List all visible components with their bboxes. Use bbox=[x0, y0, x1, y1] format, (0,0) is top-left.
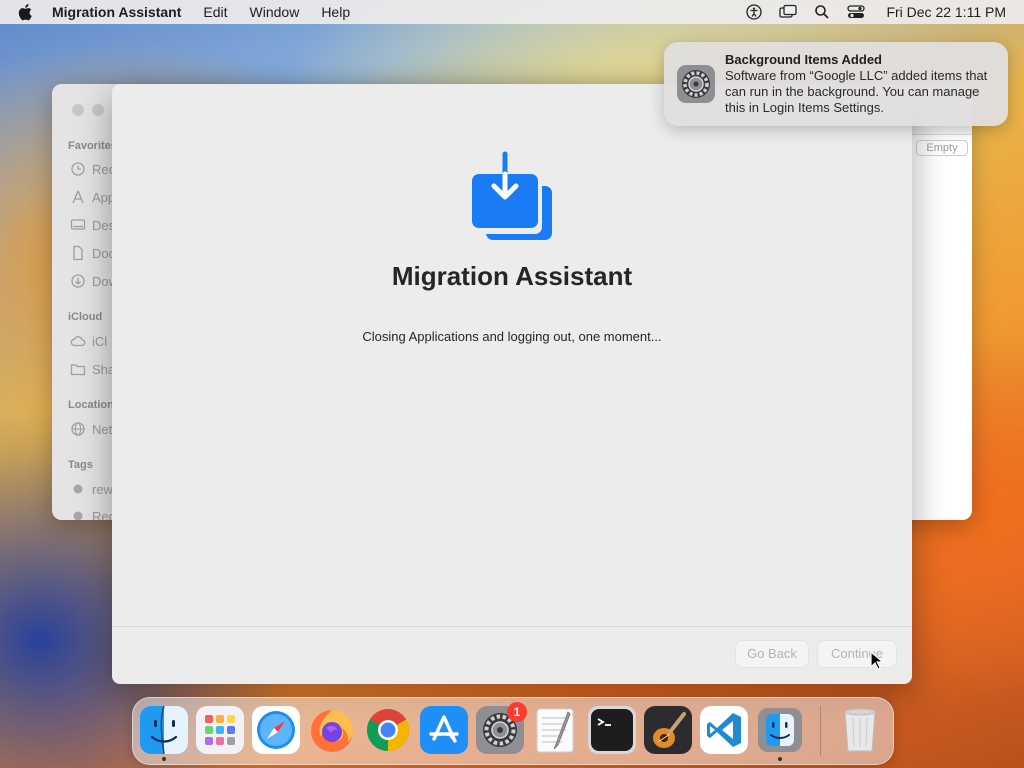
notification-title: Background Items Added bbox=[725, 52, 882, 67]
textedit-icon[interactable] bbox=[532, 706, 580, 754]
migration-assistant-dock-icon[interactable] bbox=[756, 706, 804, 754]
accessibility-icon[interactable] bbox=[744, 2, 764, 22]
sidebar-item-shared[interactable]: Sha bbox=[70, 361, 115, 377]
screen-mirroring-icon[interactable] bbox=[778, 2, 798, 22]
dock: 1 bbox=[132, 697, 894, 765]
status-message: Closing Applications and logging out, on… bbox=[362, 329, 662, 344]
shared-folder-icon bbox=[70, 364, 86, 376]
footer-divider bbox=[112, 626, 912, 627]
minimize-window-button[interactable] bbox=[92, 104, 104, 116]
go-back-button[interactable]: Go Back bbox=[736, 641, 808, 667]
sidebar-item-applications[interactable]: App bbox=[70, 189, 115, 205]
document-icon bbox=[73, 245, 83, 261]
search-icon[interactable] bbox=[812, 2, 832, 22]
safari-icon[interactable] bbox=[252, 706, 300, 754]
terminal-icon[interactable] bbox=[588, 706, 636, 754]
notification-banner[interactable]: Background Items Added Software from “Go… bbox=[664, 42, 1008, 126]
close-window-button[interactable] bbox=[72, 104, 84, 116]
desktop-icon bbox=[70, 219, 86, 230]
running-indicator bbox=[778, 757, 782, 761]
clock-icon bbox=[71, 162, 85, 176]
sidebar-item-label: rew bbox=[92, 481, 113, 497]
sidebar-section-tags: Tags bbox=[68, 459, 93, 471]
sidebar-item-documents[interactable]: Doc bbox=[70, 245, 115, 261]
menu-extras: Fri Dec 22 1:11 PM bbox=[730, 0, 1006, 24]
firefox-icon[interactable] bbox=[308, 706, 356, 754]
menu-edit[interactable]: Edit bbox=[203, 4, 227, 20]
migration-assistant-logo-icon bbox=[472, 151, 552, 240]
finder-content-area bbox=[912, 134, 972, 520]
sidebar-item-network[interactable]: Net bbox=[70, 421, 112, 437]
continue-button[interactable]: Continue bbox=[818, 641, 896, 667]
mouse-cursor-icon bbox=[870, 651, 884, 670]
tag-dot-icon bbox=[73, 484, 83, 494]
finder-icon[interactable] bbox=[140, 706, 188, 754]
app-store-icon[interactable] bbox=[420, 706, 468, 754]
menu-clock[interactable]: Fri Dec 22 1:11 PM bbox=[886, 4, 1006, 20]
running-indicator bbox=[162, 757, 166, 761]
menu-window[interactable]: Window bbox=[250, 4, 300, 20]
tag-dot-icon bbox=[73, 511, 83, 520]
empty-badge: Empty bbox=[916, 140, 968, 156]
notification-body: Software from “Google LLC” added items t… bbox=[725, 68, 988, 115]
apple-menu-icon[interactable] bbox=[18, 3, 34, 21]
system-settings-gear-icon bbox=[677, 65, 715, 103]
sidebar-section-icloud: iCloud bbox=[68, 311, 103, 323]
control-center-icon[interactable] bbox=[846, 2, 866, 22]
sidebar-section-favorites: Favorites bbox=[68, 140, 117, 152]
page-title: Migration Assistant bbox=[391, 261, 633, 291]
sidebar-item-tag[interactable]: rew bbox=[70, 481, 113, 497]
sidebar-item-label: iCl bbox=[92, 333, 108, 349]
menu-app-name[interactable]: Migration Assistant bbox=[52, 4, 181, 20]
sidebar-item-tag-red[interactable]: Red bbox=[70, 508, 116, 520]
chrome-icon[interactable] bbox=[364, 706, 412, 754]
applications-icon bbox=[72, 190, 84, 204]
notification-badge: 1 bbox=[507, 702, 527, 722]
sidebar-item-icloud-drive[interactable]: iCl bbox=[70, 333, 107, 349]
download-icon bbox=[71, 274, 85, 288]
sidebar-item-downloads[interactable]: Dow bbox=[70, 273, 118, 289]
sidebar-item-label: Net bbox=[92, 421, 113, 437]
vscode-icon[interactable] bbox=[700, 706, 748, 754]
sidebar-item-desktop[interactable]: Des bbox=[70, 217, 115, 233]
migration-assistant-window: Migration Assistant Closing Applications… bbox=[112, 84, 912, 684]
globe-icon bbox=[71, 422, 85, 436]
trash-icon[interactable] bbox=[836, 706, 884, 754]
garageband-icon[interactable] bbox=[644, 706, 692, 754]
dock-separator bbox=[820, 706, 821, 756]
launchpad-icon[interactable] bbox=[196, 706, 244, 754]
menu-bar: Migration Assistant Edit Window Help Fri… bbox=[0, 0, 1024, 24]
cloud-icon bbox=[70, 336, 86, 347]
sidebar-item-recents[interactable]: Rec bbox=[70, 161, 115, 177]
menu-help[interactable]: Help bbox=[321, 4, 350, 20]
